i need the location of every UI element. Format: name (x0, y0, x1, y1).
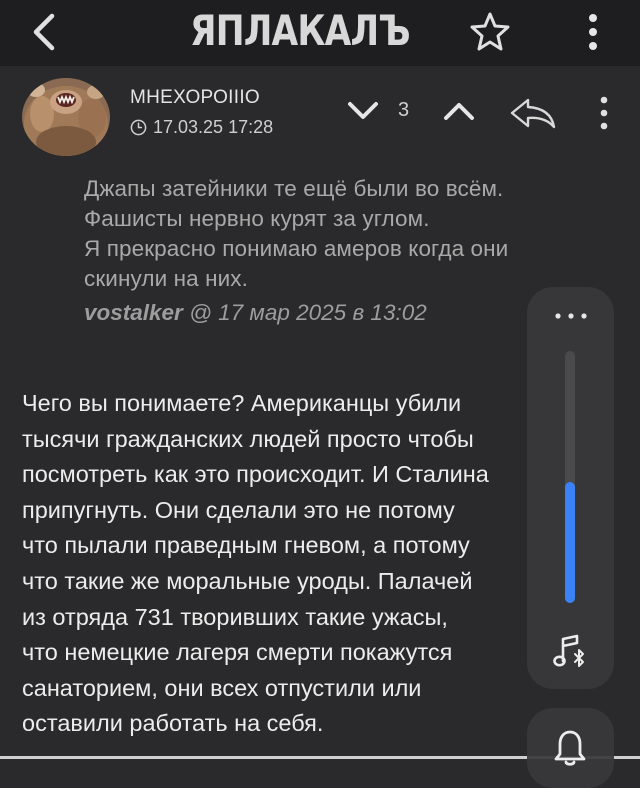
top-bar: ЯПЛАКАЛЪ (0, 0, 640, 66)
datetime-text: 17.03.25 17:28 (153, 117, 274, 137)
quote-line: Джапы затейники те ещё были во всём. (84, 176, 504, 201)
volume-panel (527, 287, 614, 689)
site-logo[interactable]: ЯПЛАКАЛЪ (190, 6, 411, 56)
username[interactable]: МНЕХОРОIIIО (130, 87, 260, 109)
vote-count: 3 (398, 99, 410, 121)
reply-icon[interactable] (508, 94, 558, 132)
more-horizontal-icon[interactable] (552, 311, 590, 321)
post-menu-icon[interactable] (594, 94, 614, 134)
quote-line: Фашисты нервно курят за углом. (84, 206, 430, 231)
more-vertical-icon[interactable] (578, 10, 608, 54)
volume-level-fill (565, 482, 575, 603)
chevron-down-icon[interactable] (346, 98, 380, 124)
notification-panel (527, 708, 614, 788)
quote-line: Я прекрасно понимаю амеров когда они (84, 236, 509, 261)
star-icon[interactable] (468, 10, 512, 54)
avatar[interactable] (22, 78, 110, 156)
back-arrow-icon[interactable] (26, 12, 62, 52)
post-datetime: 17.03.25 17:28 (130, 117, 273, 138)
bluetooth-audio-icon[interactable] (551, 631, 591, 671)
bell-icon[interactable] (552, 728, 588, 768)
chevron-up-icon[interactable] (442, 98, 476, 124)
quote-meta: @ 17 мар 2025 в 13:02 (182, 300, 427, 325)
volume-slider[interactable] (565, 351, 575, 603)
quote-author-link[interactable]: vostalker (84, 300, 183, 325)
clock-icon (130, 119, 147, 136)
